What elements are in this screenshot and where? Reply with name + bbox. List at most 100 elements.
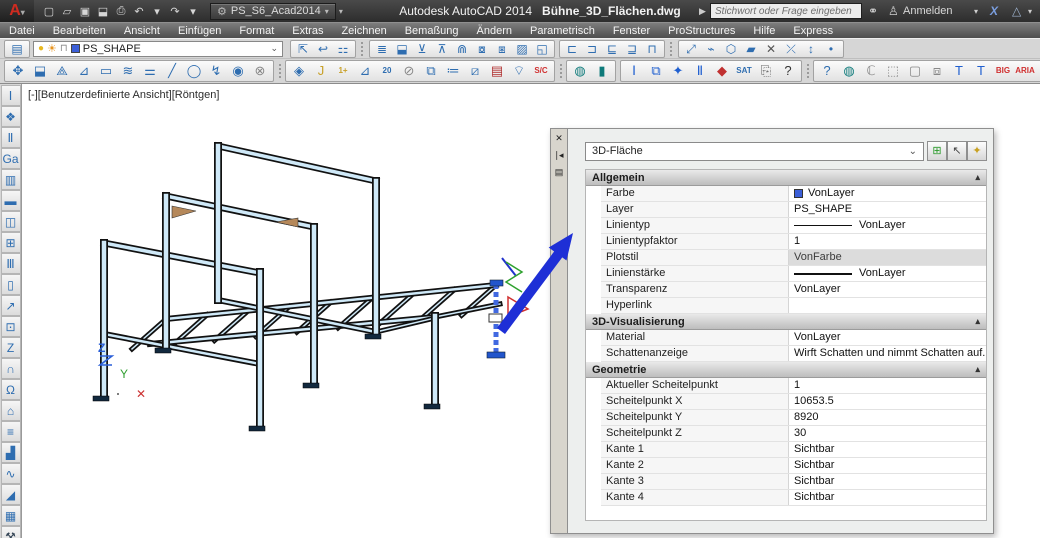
- beam-tool-icon[interactable]: Ⅰ: [623, 60, 645, 82]
- people-icon[interactable]: ⚉: [1036, 60, 1040, 82]
- search-icon[interactable]: ⚭: [868, 4, 878, 18]
- bolt-icon[interactable]: ⊞: [0, 232, 21, 253]
- menu-item[interactable]: Zeichnen: [332, 25, 395, 37]
- u-profile-icon[interactable]: ∩: [0, 358, 21, 379]
- object-type-dropdown[interactable]: 3D-Fläche ⌄: [585, 141, 924, 161]
- connection-icon[interactable]: ◫: [0, 211, 21, 232]
- infocenter-toggle-icon[interactable]: ▶: [699, 6, 706, 17]
- save-as-icon[interactable]: ⬓: [94, 5, 112, 18]
- arch-icon[interactable]: Ω: [0, 379, 21, 400]
- draw-tool-icon[interactable]: ⧉: [420, 60, 442, 82]
- layer-dropdown[interactable]: ● ☀ ⊓ PS_SHAPE ⌄: [33, 40, 283, 57]
- aria-icon[interactable]: ARIA: [1014, 60, 1036, 82]
- application-menu-button[interactable]: A▾: [0, 0, 34, 22]
- draw-tool-icon[interactable]: ⊿: [354, 60, 376, 82]
- beam-tool-icon[interactable]: ✦: [667, 60, 689, 82]
- close-icon[interactable]: ✕: [555, 133, 563, 143]
- layer-tool-icon[interactable]: ≣: [372, 39, 392, 59]
- plate-icon[interactable]: ▬: [0, 190, 21, 211]
- view-tool-icon[interactable]: ⟁: [51, 60, 73, 82]
- chevron-down-icon[interactable]: ▾: [974, 7, 978, 16]
- shield-icon[interactable]: ❖: [0, 106, 21, 127]
- layer-states-icon[interactable]: ⚏: [333, 39, 353, 59]
- material-value[interactable]: VonLayer: [789, 330, 986, 345]
- beam-section-icon[interactable]: Ⅱ: [0, 127, 21, 148]
- draw-tool-icon[interactable]: ≔: [442, 60, 464, 82]
- menu-item[interactable]: Datei: [0, 25, 44, 37]
- view-tool-icon[interactable]: ⊿: [73, 60, 95, 82]
- view-tool-icon[interactable]: ◯: [183, 60, 205, 82]
- scheitelpunkt-z-value[interactable]: 30: [789, 426, 986, 441]
- qat-customize-button[interactable]: ▾: [339, 7, 343, 16]
- farbe-value[interactable]: VonLayer: [789, 186, 986, 201]
- kante-3-value[interactable]: Sichtbar: [789, 474, 986, 489]
- view-tool-icon[interactable]: ⚌: [139, 60, 161, 82]
- view-tool-icon[interactable]: ◉: [227, 60, 249, 82]
- frame-3d-icon[interactable]: ⌂: [0, 400, 21, 421]
- z-profile-icon[interactable]: Z: [0, 337, 21, 358]
- t-profile-icon[interactable]: T: [970, 60, 992, 82]
- draw-tool-icon[interactable]: 1+: [332, 60, 354, 82]
- toolbar-grip[interactable]: [560, 64, 562, 78]
- sign-in-button[interactable]: Anmelden: [903, 5, 953, 17]
- column-icon[interactable]: ▥: [0, 169, 21, 190]
- menu-item[interactable]: Ändern: [468, 25, 521, 37]
- view-tool-icon[interactable]: ↯: [205, 60, 227, 82]
- frame-tool-icon[interactable]: ⊓: [642, 39, 662, 59]
- new-file-icon[interactable]: ▢: [40, 5, 58, 18]
- railing-icon[interactable]: ∿: [0, 463, 21, 484]
- user-icon[interactable]: ♙: [888, 4, 899, 18]
- kante-1-value[interactable]: Sichtbar: [789, 442, 986, 457]
- linientypfaktor-value[interactable]: 1: [789, 234, 986, 249]
- viewport-controls-label[interactable]: [-][Benutzerdefinierte Ansicht][Röntgen]: [28, 89, 219, 101]
- frame-tool-icon[interactable]: ⊒: [622, 39, 642, 59]
- toggle-pickadd-button[interactable]: ⊞: [927, 141, 947, 161]
- redo-dropdown-icon[interactable]: ▾: [184, 5, 202, 18]
- grid-panel-icon[interactable]: ▦: [0, 505, 21, 526]
- layer-tool-icon[interactable]: ⧇: [472, 39, 492, 59]
- autodesk360-icon[interactable]: △: [1012, 4, 1021, 18]
- scheitelpunkt-x-value[interactable]: 10653.5: [789, 394, 986, 409]
- roof-icon[interactable]: ◢: [0, 484, 21, 505]
- workspace-switcher[interactable]: ⚙ PS_S6_Acad2014 ▾: [210, 2, 336, 20]
- wave-icon[interactable]: ◆: [711, 60, 733, 82]
- make-object-layer-current-icon[interactable]: ⇱: [293, 39, 313, 59]
- beam-tool-icon[interactable]: ⧉: [645, 60, 667, 82]
- menu-item[interactable]: Express: [784, 25, 842, 37]
- quick-select-button[interactable]: ✦: [967, 141, 987, 161]
- beam-tool-icon[interactable]: Ⅱ: [689, 60, 711, 82]
- view-tool-icon[interactable]: ✥: [7, 60, 29, 82]
- layer-tool-icon[interactable]: ⋒: [452, 39, 472, 59]
- redo-icon[interactable]: ↷: [166, 5, 184, 18]
- layer-tool-icon[interactable]: ⊻: [412, 39, 432, 59]
- image-tool-icon[interactable]: ⧈: [926, 60, 948, 82]
- menu-item[interactable]: Ansicht: [115, 25, 169, 37]
- edit-tool-icon[interactable]: ⌁: [701, 39, 721, 59]
- power-icon[interactable]: ◍: [569, 60, 591, 82]
- section-header-allgemein[interactable]: Allgemein ▴: [586, 170, 986, 186]
- edit-tool-icon[interactable]: ⤫: [781, 39, 801, 59]
- view-tool-icon[interactable]: ▭: [95, 60, 117, 82]
- menu-item[interactable]: Hilfe: [744, 25, 784, 37]
- layer-properties-icon[interactable]: ▤: [7, 39, 27, 59]
- layer-tool-icon[interactable]: ⧆: [492, 39, 512, 59]
- aktueller-scheitelpunkt-value[interactable]: 1: [789, 378, 986, 393]
- insert-beam-icon[interactable]: Ⅰ: [0, 85, 21, 106]
- ladder-icon[interactable]: ≡: [0, 421, 21, 442]
- palette-title-strip[interactable]: ✕ ∣◂ ▤: [550, 128, 568, 534]
- draw-tool-icon[interactable]: ⧄: [464, 60, 486, 82]
- grating-icon[interactable]: Ga: [0, 148, 21, 169]
- draw-tool-icon[interactable]: J: [310, 60, 332, 82]
- menu-item[interactable]: Fenster: [604, 25, 659, 37]
- linienstaerke-value[interactable]: VonLayer: [789, 266, 986, 281]
- frame-tool-icon[interactable]: ⊑: [602, 39, 622, 59]
- power-icon[interactable]: ◍: [838, 60, 860, 82]
- layer-tool-icon[interactable]: ⬓: [392, 39, 412, 59]
- edit-tool-icon[interactable]: ✕: [761, 39, 781, 59]
- frame-tool-icon[interactable]: ⊐: [582, 39, 602, 59]
- big-icon[interactable]: BIG: [992, 60, 1014, 82]
- help-box-icon[interactable]: ?: [777, 60, 799, 82]
- save-icon[interactable]: ▣: [76, 5, 94, 18]
- toolbar-grip[interactable]: [361, 41, 365, 56]
- collapse-arrow-icon[interactable]: ▴: [975, 364, 980, 375]
